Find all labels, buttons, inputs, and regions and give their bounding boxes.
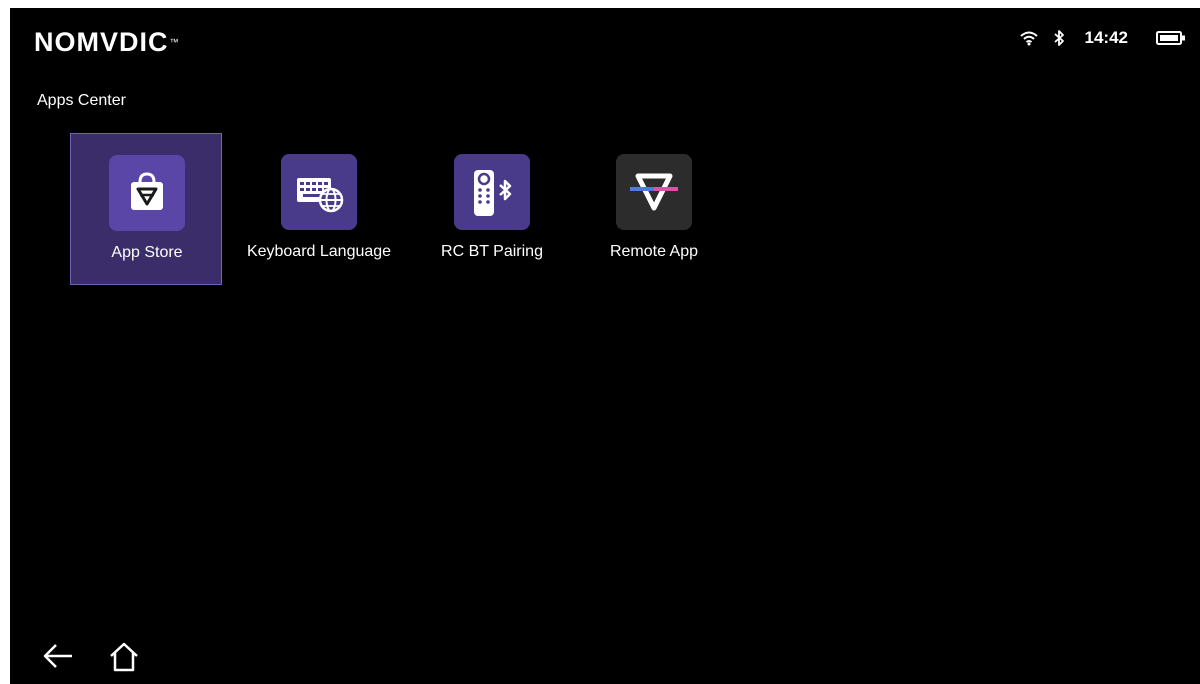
clock-time: 14:42	[1084, 28, 1128, 47]
remote-app-icon	[616, 154, 692, 230]
launcher-screen: NOMVDIC™ 14:42 Apps Center App Store Key…	[10, 8, 1200, 684]
keyboard-globe-icon	[281, 154, 357, 230]
app-store-icon	[109, 155, 185, 231]
bluetooth-icon	[1053, 29, 1065, 47]
wifi-icon	[1019, 30, 1039, 46]
logo-trademark: ™	[169, 37, 180, 47]
app-grid: App Store Keyboard Language RC BT Pairin…	[70, 133, 790, 285]
battery-icon	[1156, 30, 1186, 46]
app-tile-remote-app[interactable]: Remote App	[578, 133, 730, 285]
app-tile-rc-bt-pairing[interactable]: RC BT Pairing	[416, 133, 568, 285]
app-tile-app-store[interactable]: App Store	[70, 133, 222, 285]
app-label: Keyboard Language	[246, 243, 392, 260]
status-bar: 14:42	[1019, 26, 1186, 50]
back-arrow-icon[interactable]	[42, 642, 74, 675]
app-label: RC BT Pairing	[441, 243, 543, 260]
logo-text: NOMVDIC	[34, 27, 169, 57]
app-label: App Store	[111, 244, 183, 261]
app-tile-keyboard-language[interactable]: Keyboard Language	[243, 133, 395, 285]
brand-logo: NOMVDIC™	[34, 25, 180, 59]
section-title: Apps Center	[37, 92, 126, 109]
home-icon[interactable]	[108, 641, 140, 678]
app-label: Remote App	[609, 243, 699, 260]
remote-bluetooth-icon	[454, 154, 530, 230]
